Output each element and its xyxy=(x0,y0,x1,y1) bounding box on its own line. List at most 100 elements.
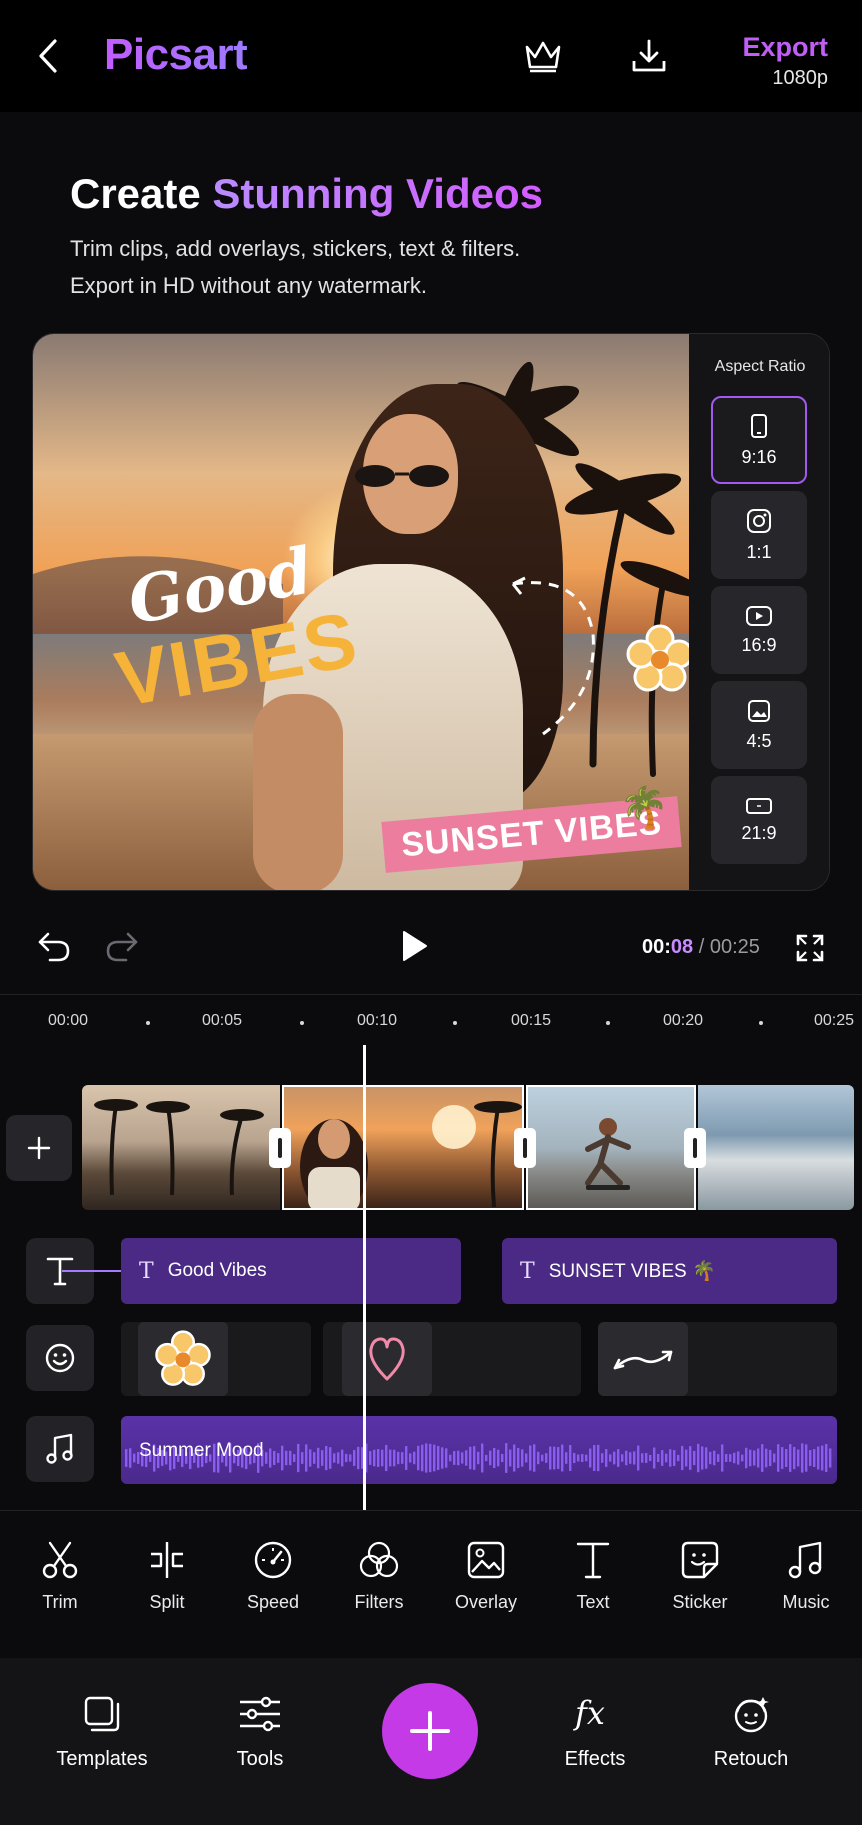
sticker-thumb-flower[interactable] xyxy=(138,1322,228,1396)
playhead[interactable] xyxy=(363,1045,366,1510)
hero-title: Create Stunning Videos xyxy=(70,170,810,218)
waveform-bar xyxy=(565,1452,568,1464)
instagram-icon xyxy=(747,508,771,533)
preview-canvas[interactable]: Good VIBES SUNSET VIBES 🌴 xyxy=(33,334,689,890)
video-clip-4[interactable] xyxy=(698,1085,854,1210)
tool-label: Split xyxy=(149,1592,185,1612)
back-button[interactable] xyxy=(30,34,66,78)
aspect-option-16-9[interactable]: 16:9 xyxy=(711,586,807,674)
download-icon xyxy=(632,39,666,72)
tool-overlay[interactable]: Overlay xyxy=(436,1540,536,1613)
clip-thumbnail xyxy=(585,1118,631,1190)
waveform-bar xyxy=(513,1444,516,1472)
flower-sticker[interactable] xyxy=(625,624,689,694)
waveform-bar xyxy=(277,1453,280,1463)
aspect-option-9-16[interactable]: 9:16 xyxy=(711,396,807,484)
undo-button[interactable] xyxy=(36,930,72,969)
waveform-bar xyxy=(129,1448,132,1468)
aspect-option-4-5[interactable]: 4:5 xyxy=(711,681,807,769)
premium-button[interactable] xyxy=(520,34,566,78)
tool-trim[interactable]: Trim xyxy=(10,1540,110,1613)
audio-clip-summer-mood[interactable]: Summer Mood xyxy=(121,1416,837,1484)
aspect-option-1-1[interactable]: 1:1 xyxy=(711,491,807,579)
widescreen-icon xyxy=(746,797,772,814)
nav-templates[interactable]: Templates xyxy=(32,1694,172,1771)
waveform-bar xyxy=(757,1448,760,1468)
waveform-bar xyxy=(285,1450,288,1466)
add-clip-button[interactable] xyxy=(6,1115,72,1181)
video-clip-1[interactable] xyxy=(82,1085,280,1210)
tool-split[interactable]: Split xyxy=(117,1540,217,1613)
tool-speed[interactable]: Speed xyxy=(223,1540,323,1613)
waveform-bar xyxy=(613,1451,616,1465)
clip-trim-handle[interactable] xyxy=(514,1128,536,1168)
sticker-track-button[interactable] xyxy=(26,1325,94,1391)
waveform-bar xyxy=(533,1444,536,1472)
waveform-bar xyxy=(485,1454,488,1462)
timeline-ruler[interactable]: 00:00 00:05 00:10 00:15 00:20 00:25 xyxy=(0,1008,862,1038)
tool-label: Overlay xyxy=(454,1592,517,1612)
waveform-bar xyxy=(369,1451,372,1465)
waveform-bar xyxy=(641,1453,644,1463)
waveform-bar xyxy=(521,1449,524,1467)
waveform-bar xyxy=(441,1447,444,1469)
redo-button[interactable] xyxy=(104,930,140,969)
waveform-bar xyxy=(733,1452,736,1464)
waveform-bar xyxy=(597,1444,600,1472)
video-clip-3[interactable] xyxy=(526,1085,696,1210)
ruler-tick: 00:15 xyxy=(511,1012,552,1029)
nav-label: Effects xyxy=(564,1748,626,1770)
music-track-button[interactable] xyxy=(26,1416,94,1482)
aspect-ratio-panel: Aspect Ratio 9:16 1:1 16:9 4:5 21:9 xyxy=(689,334,829,890)
speedometer-icon xyxy=(254,1541,292,1579)
text-clip-sunset-vibes[interactable]: T SUNSET VIBES 🌴 xyxy=(502,1238,837,1304)
text-clip-good-vibes[interactable]: T Good Vibes xyxy=(121,1238,461,1304)
nav-label: Tools xyxy=(236,1748,284,1770)
waveform-bar xyxy=(473,1446,476,1470)
clip-thumbnail xyxy=(300,1101,522,1208)
waveform-bar xyxy=(437,1446,440,1470)
tool-label: Music xyxy=(782,1592,830,1612)
text-clip-label: Good Vibes xyxy=(167,1260,267,1281)
waveform-bar xyxy=(745,1447,748,1469)
tool-filters[interactable]: Filters xyxy=(329,1540,429,1613)
brand-logo: Picsart xyxy=(104,30,248,79)
waveform-bar xyxy=(629,1452,632,1464)
export-button[interactable]: Export 1080p xyxy=(742,32,828,90)
download-button[interactable] xyxy=(626,34,672,78)
waveform-bar xyxy=(457,1450,460,1466)
nav-retouch[interactable]: Retouch xyxy=(681,1694,821,1771)
text-clip-label: SUNSET VIBES 🌴 xyxy=(548,1261,716,1282)
waveform-bar xyxy=(825,1444,828,1472)
text-icon xyxy=(576,1542,610,1579)
aspect-option-label: 21:9 xyxy=(741,822,777,843)
waveform-bar xyxy=(345,1453,348,1463)
nav-effects[interactable]: fx Effects xyxy=(525,1694,665,1771)
waveform-bar xyxy=(773,1453,776,1463)
clip-trim-handle[interactable] xyxy=(269,1128,291,1168)
waveform-bar xyxy=(813,1449,816,1467)
fullscreen-button[interactable] xyxy=(794,932,826,969)
play-button[interactable] xyxy=(398,928,430,969)
tool-label: Speed xyxy=(246,1592,300,1612)
divider xyxy=(0,1510,862,1511)
waveform-bar xyxy=(469,1446,472,1470)
waveform-bar xyxy=(433,1444,436,1472)
nav-tools[interactable]: Tools xyxy=(190,1694,330,1771)
sticker-thumb-arrows[interactable] xyxy=(598,1322,688,1396)
tool-sticker[interactable]: Sticker xyxy=(650,1540,750,1613)
track-connector xyxy=(62,1270,122,1272)
doodle-sticker[interactable] xyxy=(503,574,623,744)
export-label: Export xyxy=(742,32,828,62)
tool-text[interactable]: Text xyxy=(543,1540,643,1613)
waveform-bar xyxy=(405,1446,408,1470)
sticker-thumb-heart[interactable] xyxy=(342,1322,432,1396)
clip-trim-handle[interactable] xyxy=(684,1128,706,1168)
aspect-option-21-9[interactable]: 21:9 xyxy=(711,776,807,864)
video-clip-2[interactable] xyxy=(282,1085,524,1210)
tool-music[interactable]: Music xyxy=(756,1540,856,1613)
bottom-navigation: Templates Tools fx Effects Retouch xyxy=(0,1658,862,1825)
waveform-bar xyxy=(581,1454,584,1462)
create-button[interactable] xyxy=(382,1683,478,1779)
youtube-icon xyxy=(746,605,772,626)
